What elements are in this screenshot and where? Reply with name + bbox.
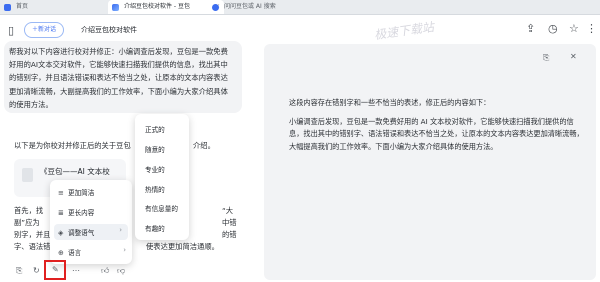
share-icon[interactable]: ⇪ <box>526 22 535 35</box>
user-message-text: 帮我对以下内容进行校对并修正：小编调查后发现，豆包是一款免费好用的AI文本交对软… <box>9 47 228 109</box>
menu-item-longer[interactable]: ≣ 更长内容 <box>58 207 94 217</box>
para-line-2: 副”应为 <box>14 218 40 227</box>
document-icon <box>22 168 33 182</box>
lines-icon: ≡ <box>58 189 64 197</box>
para-right-1: “大 <box>222 206 234 215</box>
panel-body: 小编调查后发现，豆包是一款免费好用的 AI 文本校对软件，它能够快速扫描我们提供… <box>289 116 584 152</box>
new-chat-button[interactable]: ＋新对话 <box>24 22 64 38</box>
menu-item-tone[interactable]: ◈ 调整语气 › <box>54 224 128 240</box>
expand-icon: ≣ <box>58 209 64 217</box>
highlight-box <box>44 260 66 280</box>
tab-home[interactable]: 首页 <box>0 0 124 14</box>
tone-informative[interactable]: 有信息量的 <box>145 203 178 213</box>
search-icon <box>212 4 219 11</box>
menu-item-concise[interactable]: ≡ 更加简洁 <box>58 187 94 197</box>
tab-doubao[interactable]: 介绍豆包校对软件 - 豆包 ✕ <box>108 0 224 14</box>
history-icon[interactable]: ◷ <box>548 22 558 35</box>
more-actions-icon[interactable]: … <box>72 264 80 273</box>
menu-item-language[interactable]: ⊕ 语言 › <box>58 246 128 257</box>
thumbs-up-icon[interactable]: 👍︎ <box>101 266 109 276</box>
panel-content: 这段内容存在错别字和一些不恰当的表述，修正后的内容如下： 小编调查后发现，豆包是… <box>289 97 585 154</box>
tone-icon: ◈ <box>58 229 64 237</box>
close-panel-icon[interactable]: ✕ <box>570 52 577 61</box>
tone-formal[interactable]: 正式的 <box>145 124 165 134</box>
para-line-1: 首先，找 <box>14 206 44 215</box>
para-right-3: 的错 <box>222 230 237 239</box>
watermark: 极速下载站 <box>373 19 435 43</box>
tab-search[interactable]: 问问豆包或 AI 搜索 <box>208 0 324 14</box>
document-panel <box>264 44 596 280</box>
edit-options-menu: ≡ 更加简洁 ≣ 更长内容 ◈ 调整语气 › ⊕ 语言 › <box>50 180 132 264</box>
copy-icon[interactable]: ⎘ <box>16 266 22 276</box>
para-right-4: 使表达更加简洁通顺。 <box>146 242 219 251</box>
tone-enthusiastic[interactable]: 热情的 <box>145 184 165 194</box>
tone-casual[interactable]: 随意的 <box>145 144 165 154</box>
home-icon <box>4 4 11 11</box>
copy-panel-icon[interactable]: ⎘ <box>543 53 549 63</box>
reply-intro-tail: 介绍。 <box>193 141 215 150</box>
tone-submenu: 正式的 随意的 专业的 热情的 有信息量的 有趣的 <box>135 114 189 240</box>
chevron-right-icon: › <box>119 226 122 234</box>
chevron-right-icon: › <box>123 246 126 254</box>
doubao-icon <box>112 4 119 11</box>
para-right-2: 中错 <box>222 218 237 227</box>
sidebar-toggle-icon[interactable]: ▯ <box>8 24 14 37</box>
star-icon[interactable]: ☆ <box>569 22 579 35</box>
more-icon[interactable]: ⋮ <box>586 22 597 35</box>
panel-heading: 这段内容存在错别字和一些不恰当的表述，修正后的内容如下： <box>289 98 491 107</box>
para-line-3: 别字，并且 <box>14 230 51 239</box>
reply-intro: 以下是为你校对并修正后的关于豆包 <box>14 141 131 150</box>
tone-fun[interactable]: 有趣的 <box>145 223 165 233</box>
regenerate-icon[interactable]: ↻ <box>33 266 40 275</box>
para-line-4: 字、语法错 <box>14 242 51 251</box>
tone-professional[interactable]: 专业的 <box>145 164 165 174</box>
language-icon: ⊕ <box>58 249 64 257</box>
thumbs-down-icon[interactable]: 👎︎ <box>117 266 125 276</box>
document-title: 《豆包——AI 文本校 <box>40 167 110 176</box>
conversation-title: 介绍豆包校对软件 <box>81 26 137 34</box>
